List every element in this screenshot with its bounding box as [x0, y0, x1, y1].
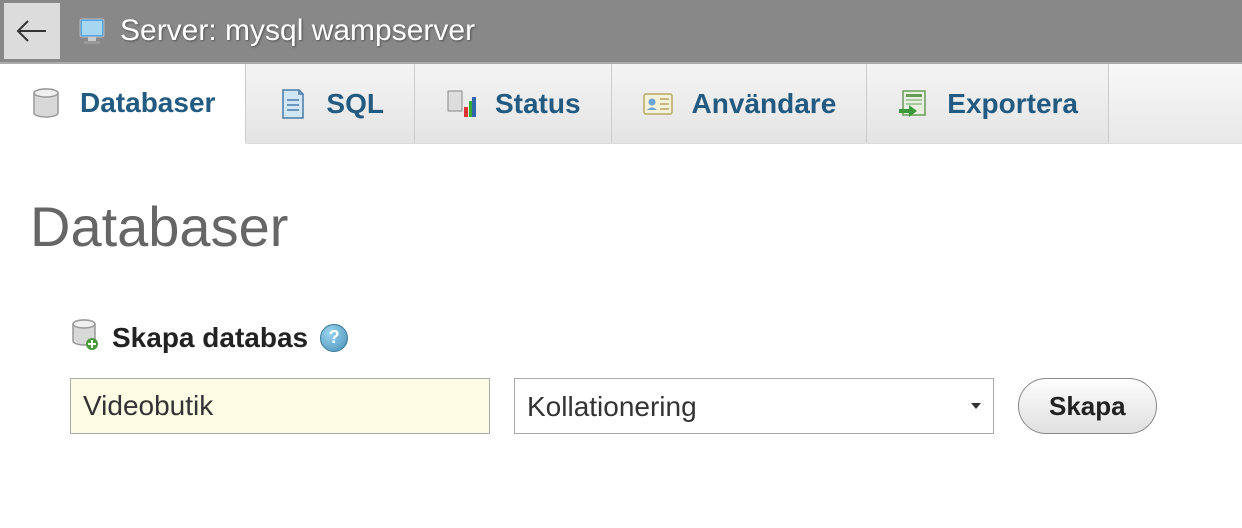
top-bar: Server: mysql wampserver — [0, 0, 1242, 64]
arrow-left-icon — [16, 19, 48, 43]
back-button[interactable] — [4, 3, 60, 59]
database-name-input[interactable] — [70, 378, 490, 434]
tab-label: SQL — [326, 88, 384, 120]
main-content: Databaser Skapa databas ? Kollationering — [0, 144, 1242, 464]
tab-label: Databaser — [80, 87, 215, 119]
database-icon — [30, 87, 62, 119]
tab-status[interactable]: Status — [415, 64, 612, 143]
tabs-bar: Databaser SQL Status — [0, 64, 1242, 144]
server-title: Server: mysql wampserver — [120, 14, 475, 48]
create-header: Skapa databas ? — [70, 319, 1212, 356]
server-icon — [76, 15, 112, 47]
create-database-form: Kollationering Skapa — [70, 378, 1212, 434]
tab-sql[interactable]: SQL — [246, 64, 415, 143]
tab-label: Användare — [692, 88, 837, 120]
tab-export[interactable]: Exportera — [867, 64, 1109, 143]
export-icon — [897, 88, 929, 120]
collation-select[interactable]: Kollationering — [514, 378, 994, 434]
tab-databases[interactable]: Databaser — [0, 64, 246, 144]
create-database-label: Skapa databas — [112, 322, 308, 354]
tab-users[interactable]: Användare — [612, 64, 868, 143]
create-database-section: Skapa databas ? Kollationering Skapa — [30, 319, 1212, 434]
status-icon — [445, 88, 477, 120]
users-icon — [642, 88, 674, 120]
tab-label: Status — [495, 88, 581, 120]
tab-label: Exportera — [947, 88, 1078, 120]
page-title: Databaser — [30, 194, 1212, 259]
create-button[interactable]: Skapa — [1018, 378, 1157, 434]
sql-icon — [276, 88, 308, 120]
help-icon[interactable]: ? — [320, 324, 348, 352]
database-add-icon — [70, 319, 100, 356]
